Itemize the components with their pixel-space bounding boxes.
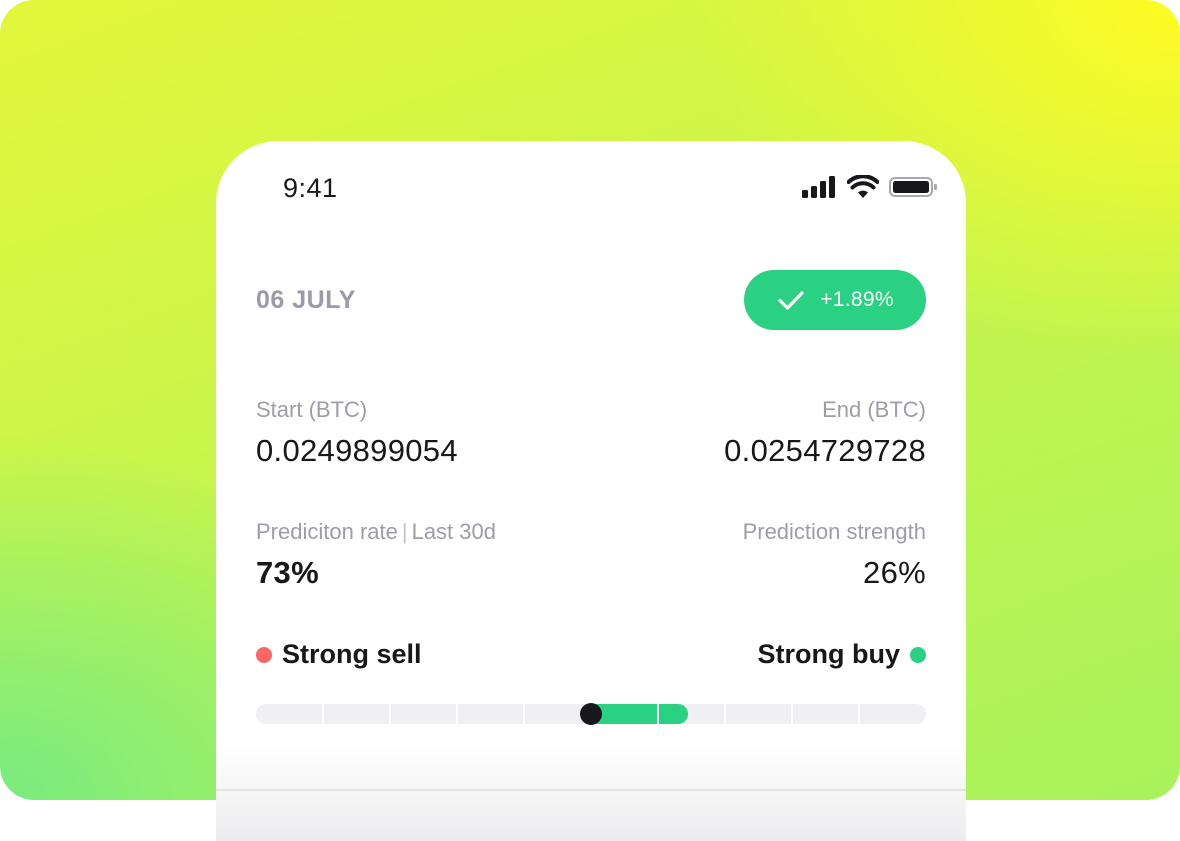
scale-tick <box>724 704 726 724</box>
prediction-rate-value: 73% <box>256 555 319 590</box>
buy-dot-icon <box>910 646 926 663</box>
battery-icon <box>889 177 937 197</box>
status-time: 9:41 <box>283 173 338 203</box>
phone-screen: 9:41 06 JULY +1.89% Start (BTC) 0.024989… <box>216 141 966 841</box>
sell-dot-icon <box>256 646 272 663</box>
scale-tick <box>389 704 391 724</box>
scale-tick <box>657 704 659 724</box>
cellular-signal-icon <box>802 176 835 198</box>
scale-neutral-marker <box>580 703 602 725</box>
prediction-strength-label: Prediction strength <box>742 519 926 544</box>
prediction-strength-scale <box>256 703 926 725</box>
prediction-date: 06 JULY <box>256 286 356 314</box>
prediction-rate-label-text: Prediciton rate <box>256 519 398 544</box>
scale-tick <box>523 704 525 724</box>
prediction-strength-value: 26% <box>863 555 926 590</box>
change-badge-text: +1.89% <box>820 288 894 311</box>
scale-fill <box>591 704 679 724</box>
change-badge: +1.89% <box>744 270 926 330</box>
scale-tick <box>322 704 324 724</box>
scale-tick <box>791 704 793 724</box>
start-label: Start (BTC) <box>256 397 368 422</box>
strong-buy-label: Strong buy <box>757 639 901 669</box>
check-icon <box>778 291 804 310</box>
strong-sell-label: Strong sell <box>282 639 422 669</box>
start-value: 0.0249899054 <box>256 433 458 468</box>
scale-tick <box>456 704 458 724</box>
prediction-rate-label: Prediciton rate | Last 30d <box>256 519 496 545</box>
wifi-icon <box>847 175 879 198</box>
strong-buy-legend: Strong buy <box>757 639 926 670</box>
bottom-fade <box>216 746 966 841</box>
prediction-rate-period: Last 30d <box>411 519 496 544</box>
scale-fill-end <box>668 704 689 724</box>
end-label: End (BTC) <box>822 397 926 422</box>
end-value: 0.0254729728 <box>724 433 926 468</box>
strong-sell-legend: Strong sell <box>256 639 422 670</box>
label-separator: | <box>401 519 408 544</box>
bottom-divider <box>216 789 966 791</box>
scale-tick <box>858 704 860 724</box>
